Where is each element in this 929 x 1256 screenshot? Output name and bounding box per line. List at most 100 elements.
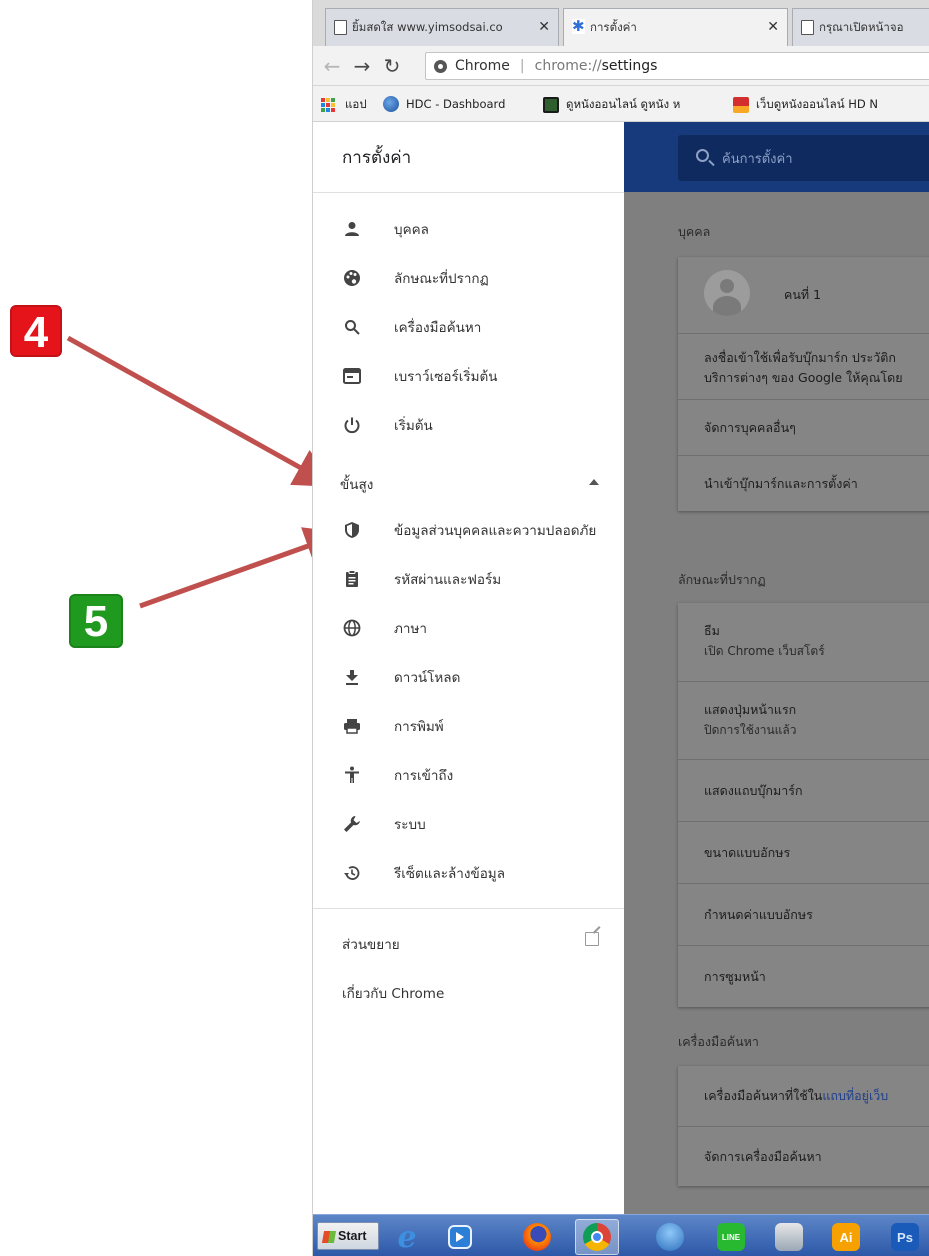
start-button[interactable]: Start (317, 1222, 379, 1250)
thunderbird-icon[interactable] (656, 1223, 684, 1251)
bookmark-movie-online[interactable]: ดูหนังออนไลน์ ดูหนัง ห (543, 96, 680, 114)
apps-grid-icon (321, 98, 335, 112)
forward-arrow-icon[interactable]: → (349, 52, 375, 80)
search-icon (341, 316, 363, 338)
sidebar-item-search-engine[interactable]: เครื่องมือค้นหา (313, 309, 624, 345)
sign-in-text-line2: บริการต่างๆ ของ Google ให้คุณโดย (704, 370, 903, 385)
row-sublabel: เปิด Chrome เว็บสโตร์ (704, 644, 825, 658)
sidebar-item-system[interactable]: ระบบ (313, 806, 624, 842)
search-placeholder: ค้นการตั้งค่า (722, 151, 793, 167)
printer-icon (341, 715, 363, 737)
download-icon (341, 666, 363, 688)
show-home-button-row[interactable]: แสดงปุ่มหน้าแรก ปิดการใช้งานแล้ว (678, 681, 929, 759)
address-bar-link[interactable]: แถบที่อยู่เว็บ (822, 1088, 888, 1103)
bookmark-label: HDC - Dashboard (406, 97, 506, 111)
import-bookmarks-row[interactable]: นำเข้าบุ๊กมาร์กและการตั้งค่า (678, 455, 929, 511)
film-icon (543, 97, 559, 113)
browser-toolbar: ← → ↻ Chrome | chrome:// settings (313, 46, 929, 86)
settings-title: การตั้งค่า (342, 148, 412, 168)
sidebar-item-label: การพิมพ์ (394, 719, 444, 735)
open-in-new-icon[interactable] (585, 932, 599, 946)
sidebar-item-printing[interactable]: การพิมพ์ (313, 708, 624, 744)
media-player-icon[interactable] (448, 1225, 472, 1249)
sidebar-item-label: บุคคล (394, 222, 429, 238)
back-arrow-icon[interactable]: ← (319, 52, 345, 80)
theme-row[interactable]: ธีม เปิด Chrome เว็บสโตร์ (678, 603, 929, 681)
tab-settings[interactable]: ✱ การตั้งค่า ✕ (563, 8, 788, 46)
close-tab-icon[interactable]: ✕ (767, 19, 779, 35)
sidebar-item-default-browser[interactable]: เบราว์เซอร์เริ่มต้น (313, 358, 624, 394)
row-label: เครื่องมือค้นหาที่ใช้ใน (704, 1088, 823, 1103)
avatar (704, 270, 750, 316)
settings-search-input[interactable]: ค้นการตั้งค่า (678, 135, 929, 181)
advanced-label: ขั้นสูง (340, 477, 374, 493)
bookmark-label: แอป (345, 97, 367, 111)
chrome-icon[interactable] (583, 1223, 611, 1251)
show-bookmarks-bar-row[interactable]: แสดงแถบบุ๊กมาร์ก (678, 759, 929, 821)
appearance-card: ธีม เปิด Chrome เว็บสโตร์ แสดงปุ่มหน้าแร… (678, 603, 929, 1007)
tab-open-screen[interactable]: กรุณาเปิดหน้าจอ (792, 8, 929, 46)
shield-icon (341, 519, 363, 541)
url-path: settings (601, 58, 658, 74)
movie-site-icon (733, 97, 749, 113)
omnibox-separator: | (519, 58, 525, 74)
people-card: คนที่ 1 ลงชื่อเข้าใช้เพื่อรับบุ๊กมาร์ก ป… (678, 257, 929, 511)
close-tab-icon[interactable]: ✕ (538, 19, 550, 35)
bookmark-movie-hd[interactable]: เว็บดูหนังออนไลน์ HD N (733, 96, 878, 114)
reload-icon[interactable]: ↻ (379, 52, 405, 80)
sidebar-item-label: การเข้าถึง (394, 768, 454, 784)
sidebar-item-label: ดาวน์โหลด (394, 670, 461, 686)
sidebar-item-on-startup[interactable]: เริ่มต้น (313, 407, 624, 443)
hdc-logo-icon (383, 96, 399, 112)
customize-fonts-row[interactable]: กำหนดค่าแบบอักษร (678, 883, 929, 945)
sidebar-item-label: เครื่องมือค้นหา (394, 320, 482, 336)
page-icon (334, 20, 347, 35)
sidebar-item-accessibility[interactable]: การเข้าถึง (313, 757, 624, 793)
row-sublabel: ปิดการใช้งานแล้ว (704, 723, 797, 737)
profile-row[interactable]: คนที่ 1 (678, 257, 929, 333)
extensions-link[interactable]: ส่วนขยาย (342, 933, 400, 955)
sidebar-item-downloads[interactable]: ดาวน์โหลด (313, 659, 624, 695)
scanner-icon[interactable] (775, 1223, 803, 1251)
row-label: กำหนดค่าแบบอักษร (704, 907, 813, 922)
ie-icon[interactable]: e (393, 1220, 421, 1255)
page-zoom-row[interactable]: การซูมหน้า (678, 945, 929, 1007)
manage-people-row[interactable]: จัดการบุคคลอื่นๆ (678, 399, 929, 455)
tab-title: การตั้งค่า (590, 19, 637, 34)
globe-icon (341, 617, 363, 639)
sidebar-item-people[interactable]: บุคคล (313, 211, 624, 247)
person-icon (341, 218, 363, 240)
profile-name: คนที่ 1 (784, 287, 822, 302)
row-label: จัดการเครื่องมือค้นหา (704, 1149, 822, 1164)
bookmark-apps[interactable]: แอป (321, 96, 367, 114)
step-4-badge: 4 (10, 305, 62, 357)
photoshop-icon[interactable]: Ps (891, 1223, 919, 1251)
sidebar-item-label: ข้อมูลส่วนบุคคลและความปลอดภัย (394, 523, 597, 539)
about-chrome-link[interactable]: เกี่ยวกับ Chrome (342, 982, 444, 1004)
sidebar-item-label: รหัสผ่านและฟอร์ม (394, 572, 502, 588)
sidebar-item-label: ลักษณะที่ปรากฏ (394, 271, 489, 287)
manage-search-engines-row[interactable]: จัดการเครื่องมือค้นหา (678, 1126, 929, 1186)
line-icon[interactable]: LINE (717, 1223, 745, 1251)
font-size-row[interactable]: ขนาดแบบอักษร (678, 821, 929, 883)
sign-in-row[interactable]: ลงชื่อเข้าใช้เพื่อรับบุ๊กมาร์ก ประวัติก … (678, 333, 929, 399)
address-bar[interactable]: Chrome | chrome:// settings (425, 52, 929, 80)
power-icon (341, 414, 363, 436)
row-label: แสดงแถบบุ๊กมาร์ก (704, 783, 803, 798)
sidebar-item-appearance[interactable]: ลักษณะที่ปรากฏ (313, 260, 624, 296)
firefox-icon[interactable] (523, 1223, 551, 1251)
row-label: นำเข้าบุ๊กมาร์กและการตั้งค่า (704, 476, 858, 491)
bookmark-hdc-dashboard[interactable]: HDC - Dashboard (383, 96, 505, 112)
sidebar-item-passwords-forms[interactable]: รหัสผ่านและฟอร์ม (313, 561, 624, 597)
search-engine-used-row[interactable]: เครื่องมือค้นหาที่ใช้ในแถบที่อยู่เว็บ (678, 1066, 929, 1126)
sidebar-item-languages[interactable]: ภาษา (313, 610, 624, 646)
illustrator-icon[interactable]: Ai (832, 1223, 860, 1251)
sidebar-item-privacy-security[interactable]: ข้อมูลส่วนบุคคลและความปลอดภัย (313, 512, 624, 548)
sidebar-item-label: ภาษา (394, 621, 427, 637)
tab-yimsodsai[interactable]: ยิ้มสดใส www.yimsodsai.co ✕ (325, 8, 559, 46)
chrome-icon (434, 59, 447, 73)
accessibility-icon (341, 764, 363, 786)
advanced-toggle[interactable]: ขั้นสูง (313, 467, 624, 497)
tab-title: กรุณาเปิดหน้าจอ (819, 19, 904, 34)
sidebar-item-reset[interactable]: รีเซ็ตและล้างข้อมูล (313, 855, 624, 891)
